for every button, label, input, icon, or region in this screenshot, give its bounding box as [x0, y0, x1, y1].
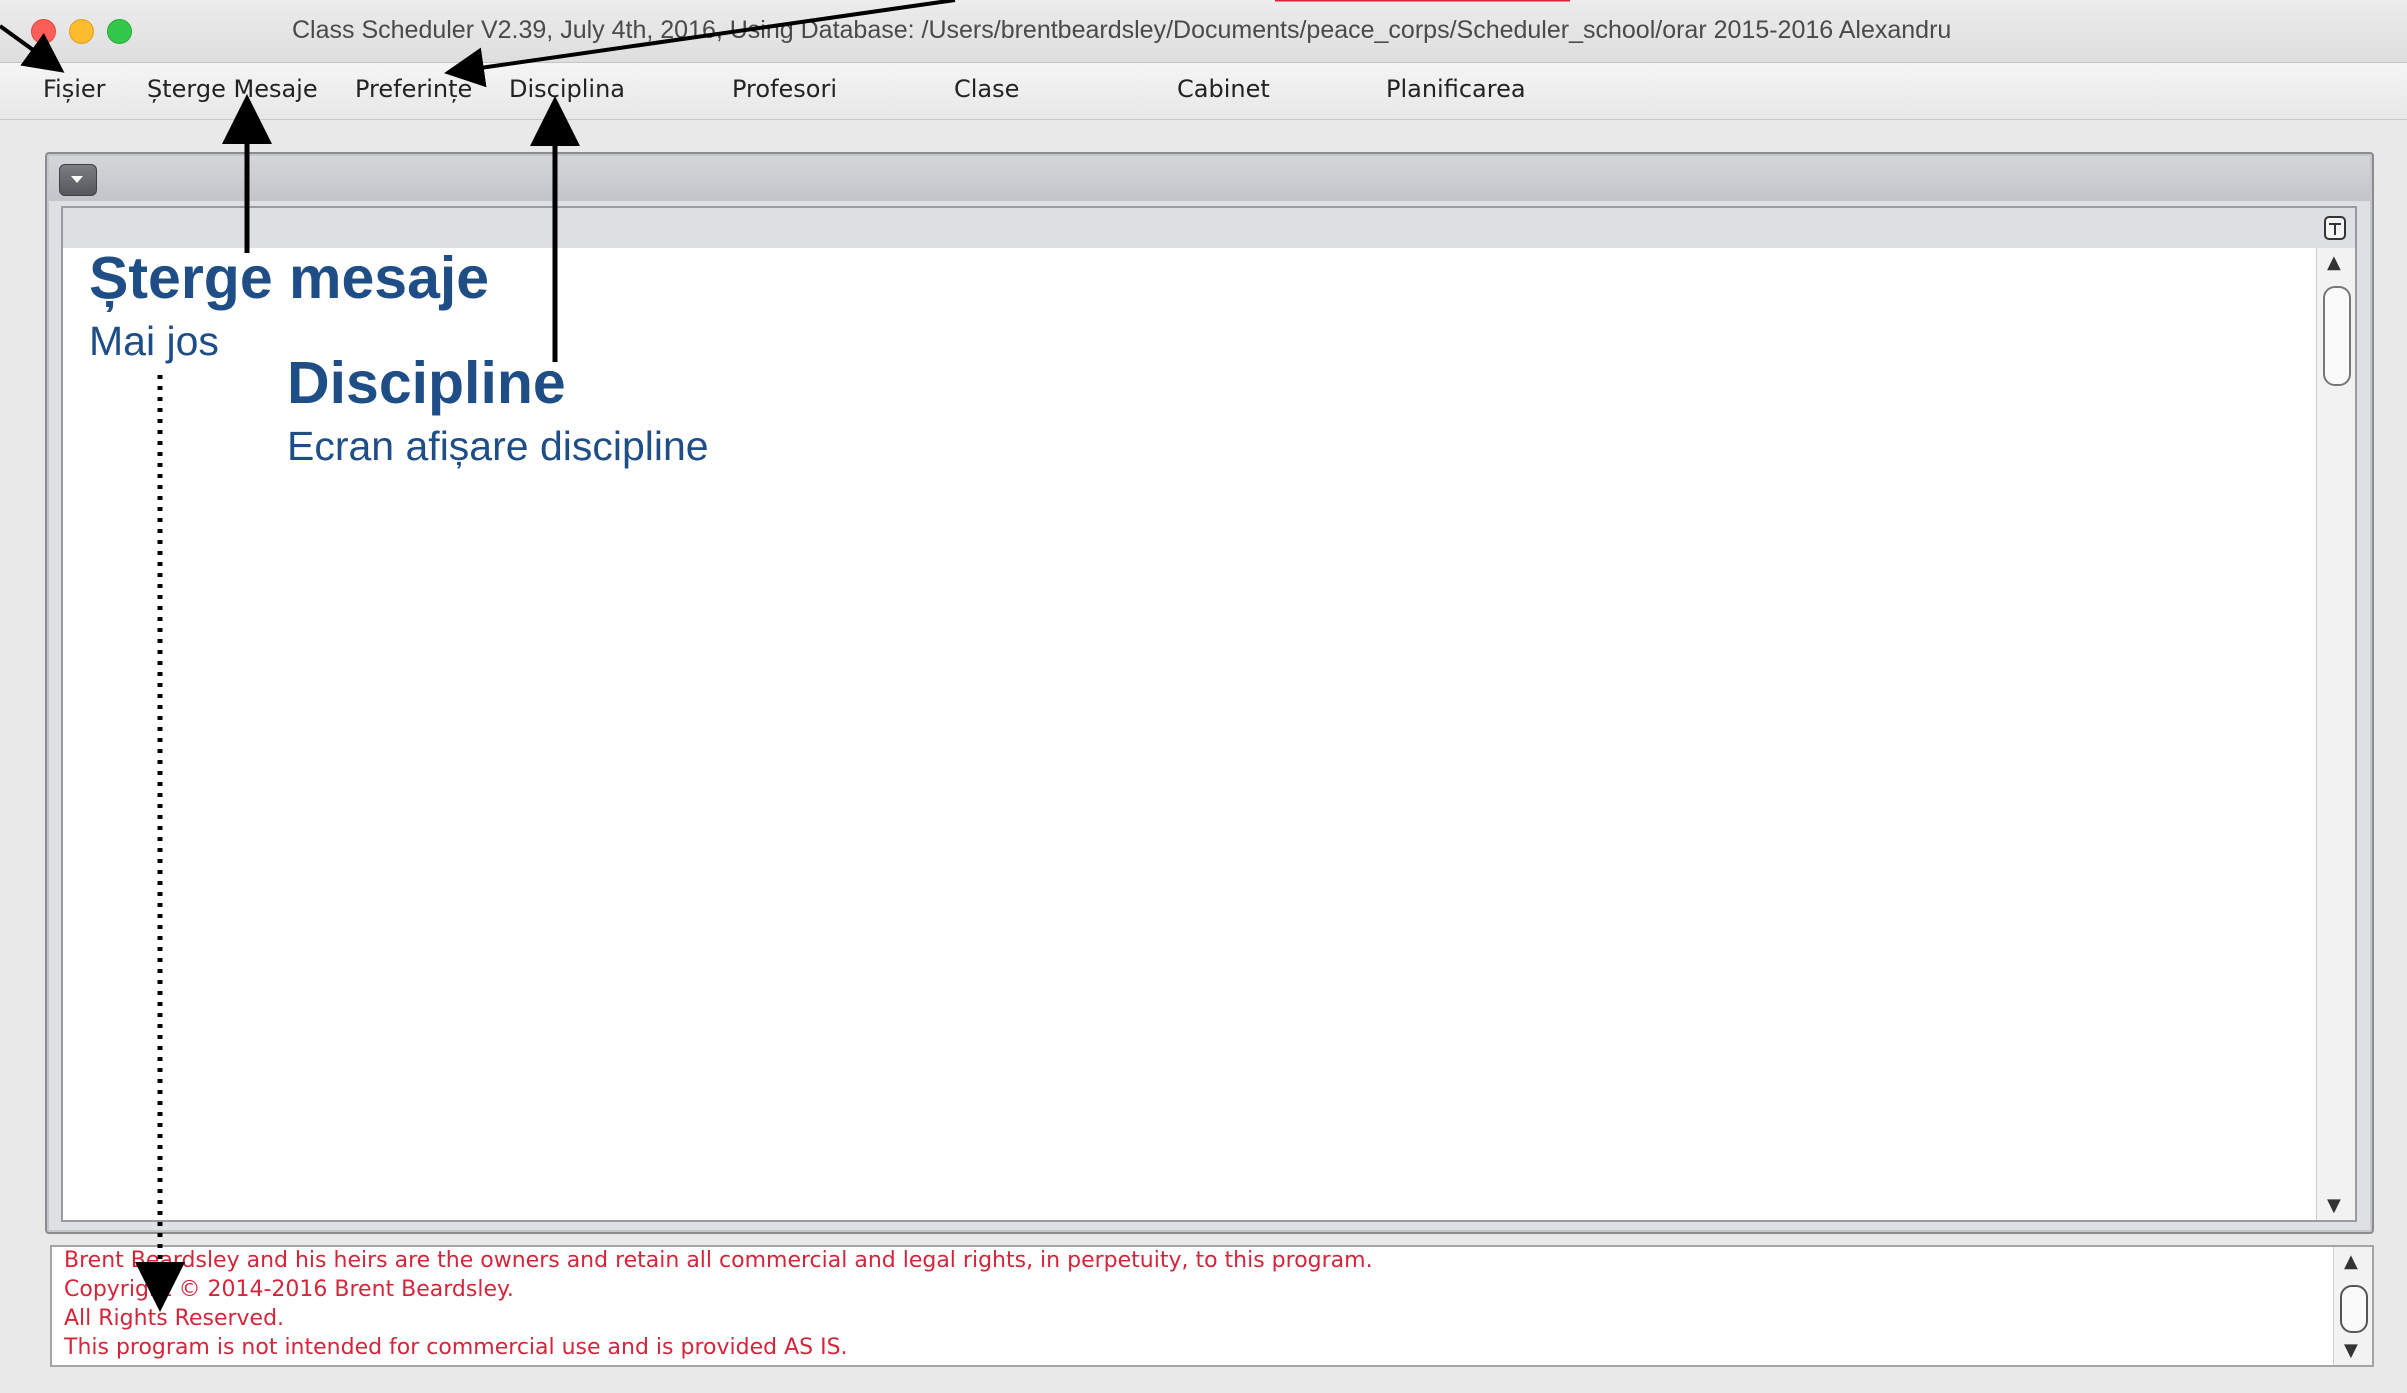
panel-layout-icon[interactable]	[2323, 215, 2347, 241]
app-window: Class Scheduler V2.39, July 4th, 2016, U…	[0, 0, 2407, 1393]
menu-disciplina[interactable]: Disciplina	[503, 71, 631, 107]
message-console[interactable]: Brent Beardsley and his heirs are the ow…	[50, 1245, 2374, 1367]
annotation-discipline-subtitle: Ecran afișare discipline	[287, 423, 709, 469]
arrow-down-icon[interactable]: ▼	[2327, 1195, 2341, 1216]
menu-fisier[interactable]: Fișier	[37, 71, 112, 107]
console-scrollbar[interactable]: ▲ ▼	[2333, 1247, 2372, 1365]
content-scrollbar[interactable]: ▲ ▼	[2316, 248, 2355, 1220]
arrow-up-icon[interactable]: ▲	[2344, 1251, 2358, 1272]
main-panel: ▲ ▼	[45, 152, 2374, 1234]
console-scroll-thumb[interactable]	[2340, 1285, 2368, 1333]
console-line: Brent Beardsley and his heirs are the ow…	[64, 1248, 1373, 1273]
menu-planificarea[interactable]: Planificarea	[1380, 71, 1532, 107]
close-button[interactable]	[31, 19, 56, 44]
menu-preferinte[interactable]: Preferințe	[349, 71, 478, 107]
panel-header	[49, 156, 2370, 201]
zoom-button[interactable]	[107, 19, 132, 44]
content-toolbar	[63, 208, 2355, 248]
title-bar[interactable]: Class Scheduler V2.39, July 4th, 2016, U…	[0, 0, 2407, 63]
annotation-sterge-subtitle: Mai jos	[89, 318, 219, 364]
window-title: Class Scheduler V2.39, July 4th, 2016, U…	[292, 16, 1952, 44]
console-line: All Rights Reserved.	[64, 1306, 285, 1331]
annotation-discipline-title: Discipline	[287, 350, 566, 416]
minimize-button[interactable]	[69, 19, 94, 44]
menu-cabinet[interactable]: Cabinet	[1171, 71, 1276, 107]
menu-sterge-mesaje[interactable]: Șterge Mesaje	[141, 71, 324, 107]
arrow-down-icon[interactable]: ▼	[2344, 1340, 2358, 1361]
chevron-down-icon	[71, 176, 83, 183]
menu-clase[interactable]: Clase	[948, 71, 1025, 107]
console-line: This program is not intended for commerc…	[64, 1335, 848, 1360]
annotation-sterge-title: Șterge mesaje	[89, 245, 490, 311]
arrow-up-icon[interactable]: ▲	[2327, 252, 2341, 273]
console-line: Copyright © 2014-2016 Brent Beardsley.	[64, 1277, 514, 1302]
collapse-button[interactable]	[59, 164, 97, 196]
menu-profesori[interactable]: Profesori	[726, 71, 843, 107]
scroll-thumb[interactable]	[2323, 286, 2351, 386]
menu-bar: Fișier Șterge Mesaje Preferințe Discipli…	[0, 63, 2407, 120]
